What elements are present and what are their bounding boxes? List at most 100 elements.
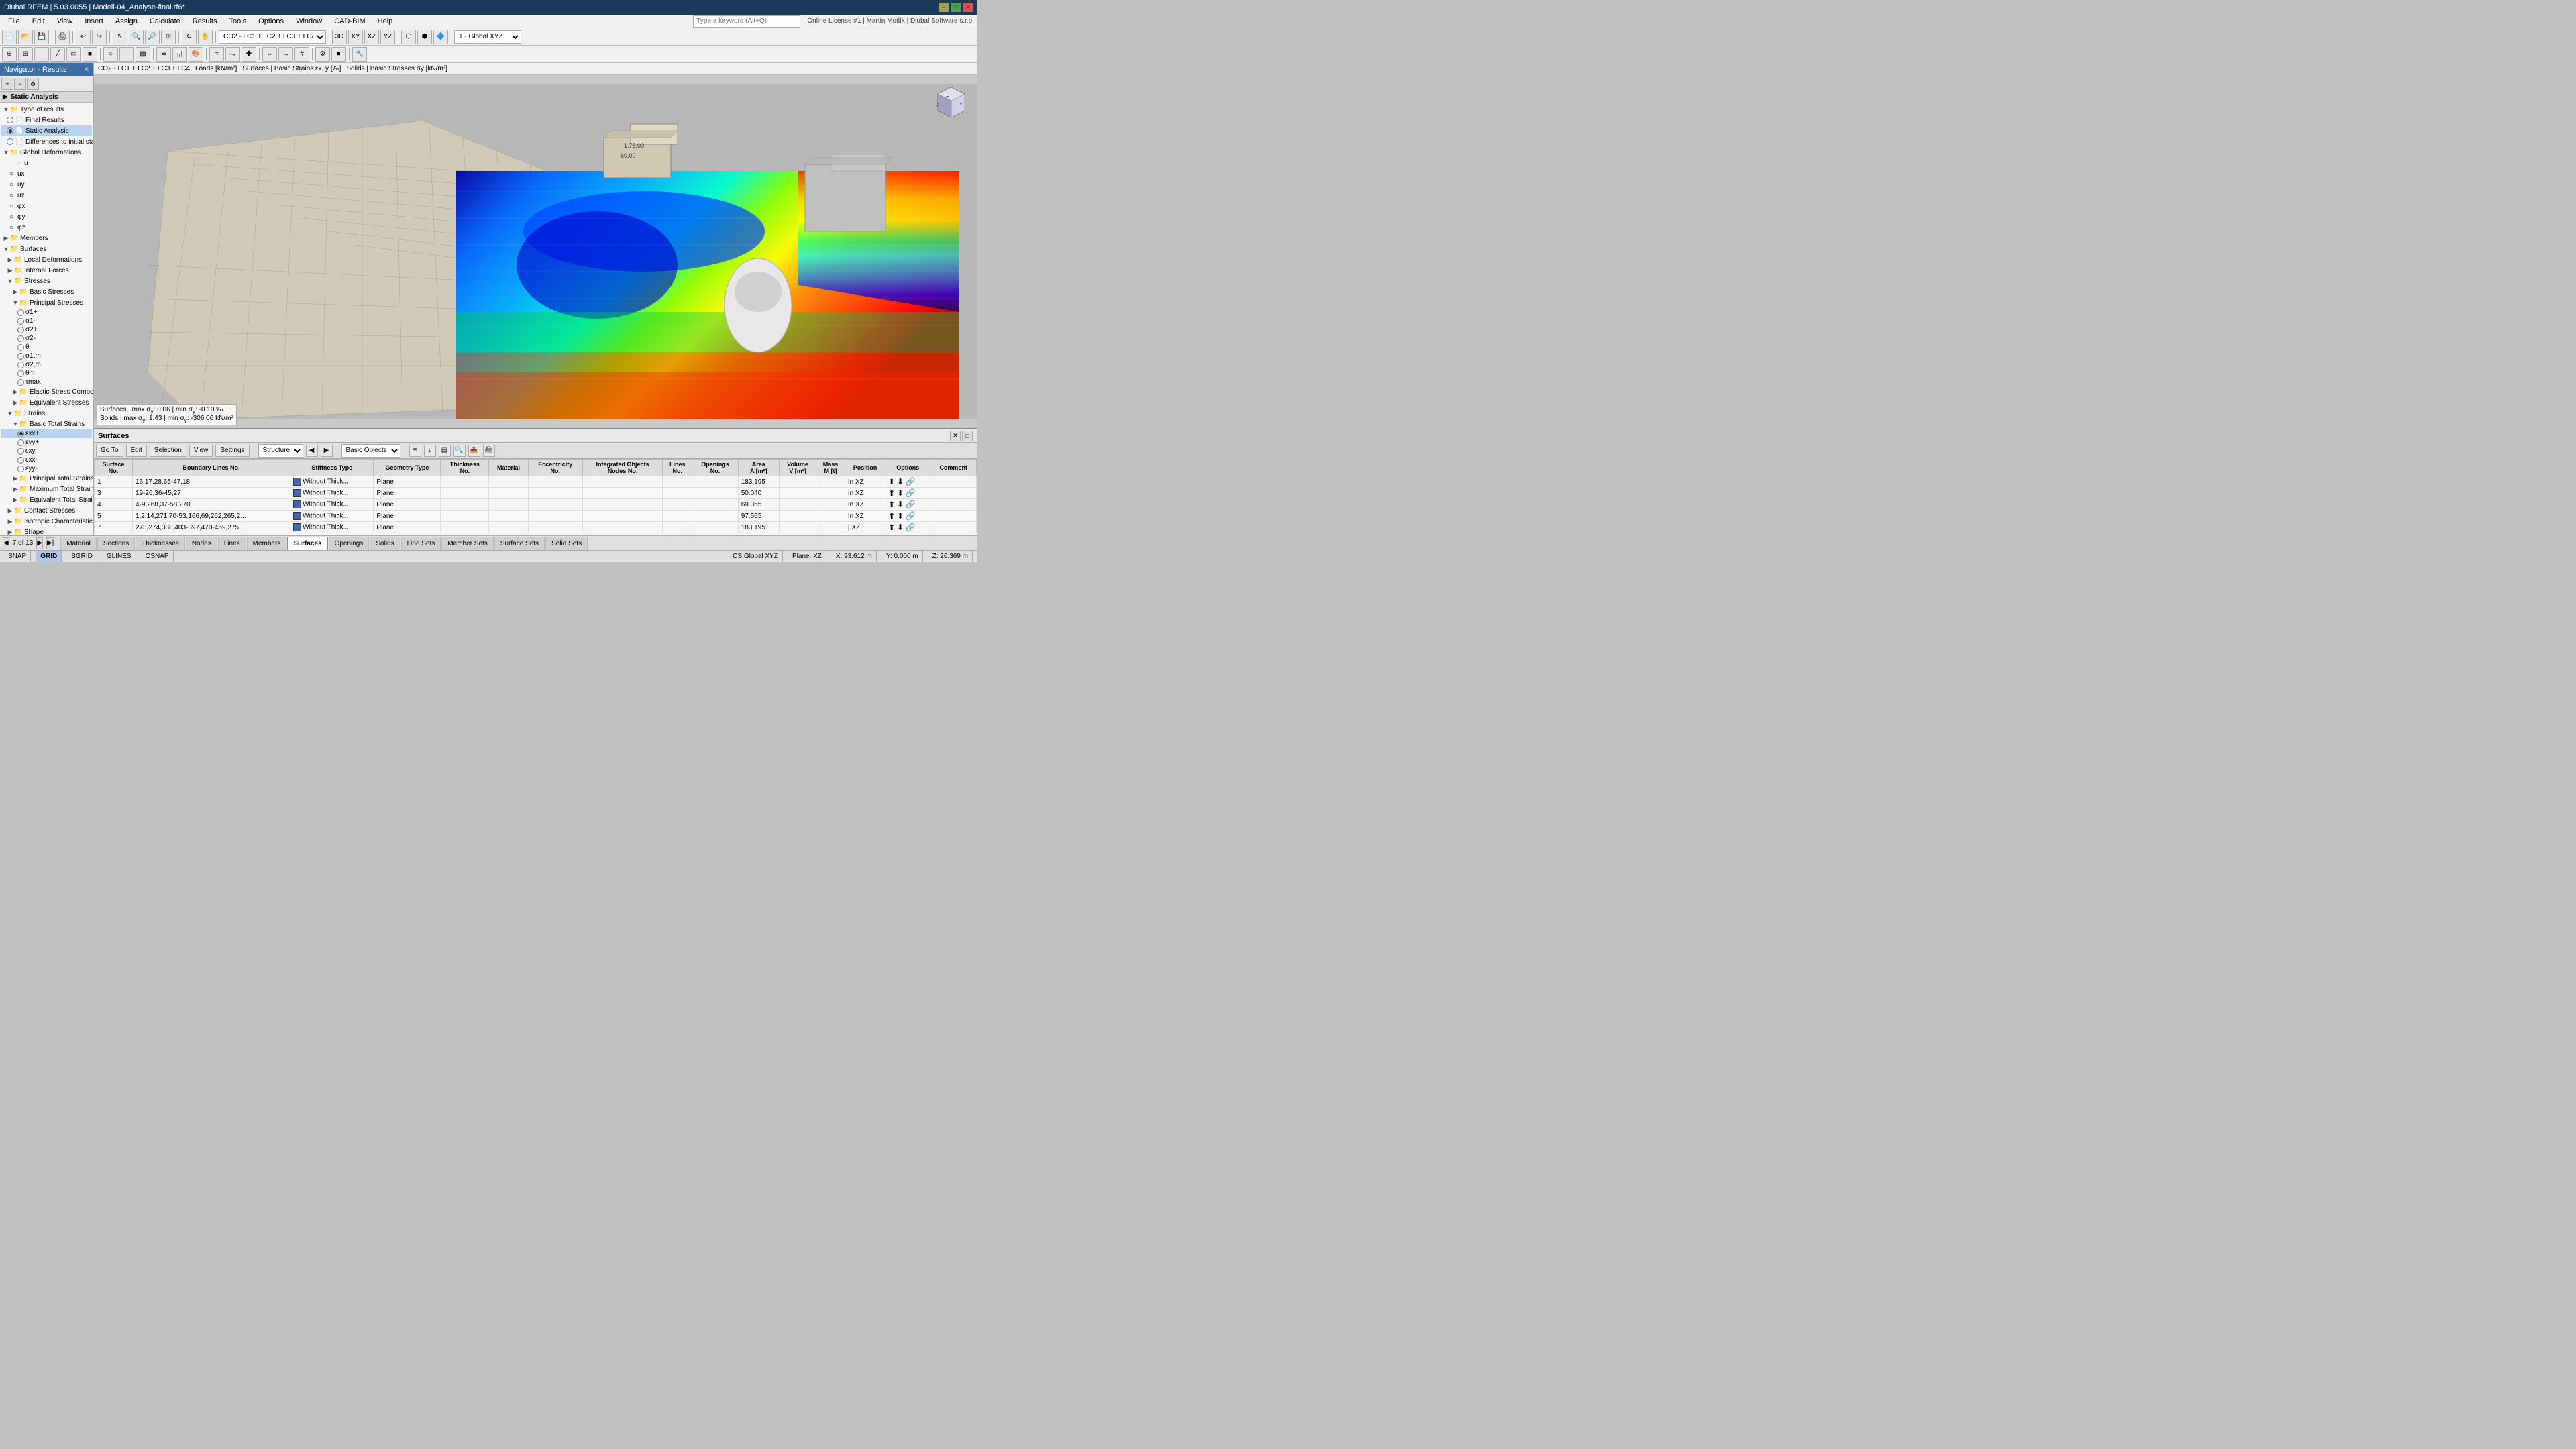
- view-xy-btn[interactable]: XY: [348, 30, 363, 44]
- pan-btn[interactable]: ✋: [198, 30, 213, 44]
- contour-btn[interactable]: ≈: [209, 47, 224, 62]
- viewport[interactable]: 1.75.00 60.00 Z X Y Surfaces | max σy: 0…: [94, 75, 977, 428]
- menu-view[interactable]: View: [52, 16, 78, 27]
- color-btn[interactable]: 🎨: [189, 47, 203, 62]
- tree-elastic-stress-comp[interactable]: ▶ 📁 Elastic Stress Components: [1, 386, 92, 397]
- tree-uz[interactable]: ○ uz: [1, 190, 92, 201]
- menu-help[interactable]: Help: [372, 16, 398, 27]
- menu-results[interactable]: Results: [187, 16, 223, 27]
- values-btn[interactable]: #: [294, 47, 309, 62]
- status-snap[interactable]: SNAP: [4, 551, 31, 562]
- view-xz-btn[interactable]: XZ: [364, 30, 379, 44]
- tree-type-results[interactable]: ▼ 📁 Type of results: [1, 104, 92, 115]
- tree-static-analysis[interactable]: 📄 Static Analysis: [1, 125, 92, 136]
- menu-assign[interactable]: Assign: [110, 16, 143, 27]
- tree-phiy[interactable]: ○ φy: [1, 211, 92, 222]
- wire-btn[interactable]: ⬡: [401, 30, 416, 44]
- tree-phiz[interactable]: ○ φz: [1, 222, 92, 233]
- member-btn[interactable]: —: [119, 47, 134, 62]
- zoom-out-btn[interactable]: 🔎: [145, 30, 160, 44]
- menu-cad-bim[interactable]: CAD-BIM: [329, 16, 370, 27]
- loadcase-dropdown[interactable]: CO2 - LC1 + LC2 + LC3 + LC4: [219, 30, 326, 44]
- tree-diff-initial[interactable]: 📄 Differences to initial state: [1, 136, 92, 147]
- selection-btn[interactable]: Selection: [150, 445, 186, 457]
- undo-btn[interactable]: ↩: [76, 30, 91, 44]
- search-tbl-btn[interactable]: 🔍: [453, 445, 466, 457]
- nav-settings-btn[interactable]: ⚙: [27, 78, 39, 90]
- tab-sections[interactable]: Sections: [97, 537, 135, 550]
- tree-strains[interactable]: ▼ 📁 Strains: [1, 408, 92, 419]
- next-btn[interactable]: ▶: [321, 445, 333, 457]
- view-btn[interactable]: View: [189, 445, 213, 457]
- tree-sigma1m[interactable]: σ1-: [1, 317, 92, 325]
- tree-exy[interactable]: εxy: [1, 447, 92, 455]
- basic-objects-combo[interactable]: Basic Objects: [341, 444, 400, 458]
- tree-max-total[interactable]: ▶ 📁 Maximum Total Strains: [1, 484, 92, 494]
- tree-internal-forces[interactable]: ▶ 📁 Internal Forces: [1, 265, 92, 276]
- grid-btn[interactable]: ⊞: [18, 47, 33, 62]
- tab-solid-sets[interactable]: Solid Sets: [545, 537, 588, 550]
- tree-principal-stresses[interactable]: ▼ 📁 Principal Stresses: [1, 297, 92, 308]
- scale-btn[interactable]: ⇔: [262, 47, 277, 62]
- menu-tools[interactable]: Tools: [223, 16, 252, 27]
- tree-contact-stresses[interactable]: ▶ 📁 Contact Stresses: [1, 505, 92, 516]
- stop-btn[interactable]: ⏹: [331, 47, 346, 62]
- tree-thetam[interactable]: θm: [1, 369, 92, 378]
- tree-stresses[interactable]: ▼ 📁 Stresses: [1, 276, 92, 286]
- tab-line-sets[interactable]: Line Sets: [401, 537, 441, 550]
- select-btn[interactable]: ↖: [113, 30, 127, 44]
- tab-material[interactable]: Material: [60, 537, 97, 550]
- prev-page-btn[interactable]: ◀: [3, 537, 9, 549]
- tree-members[interactable]: ▶ 📁 Members: [1, 233, 92, 244]
- redo-btn[interactable]: ↪: [92, 30, 107, 44]
- status-bgrid[interactable]: BGRID: [67, 551, 97, 562]
- view-yz-btn[interactable]: YZ: [380, 30, 395, 44]
- table-row[interactable]: 3 19-26,36-45,27 Without Thick... Plane …: [95, 488, 977, 499]
- tree-basic-stresses[interactable]: ▶ 📁 Basic Stresses: [1, 286, 92, 297]
- tab-nodes[interactable]: Nodes: [186, 537, 217, 550]
- table-row[interactable]: 5 1,2,14,271,70-53,166,69,262,265,2... W…: [95, 511, 977, 522]
- next-page-btn[interactable]: ▶: [36, 537, 43, 549]
- plate-btn[interactable]: ▤: [136, 47, 150, 62]
- filter-btn[interactable]: ≡: [409, 445, 421, 457]
- tree-phix[interactable]: ○ φx: [1, 201, 92, 211]
- prev-btn[interactable]: ◀: [306, 445, 318, 457]
- tree-basic-total[interactable]: ▼ 📁 Basic Total Strains: [1, 419, 92, 429]
- tree-uy[interactable]: ○ uy: [1, 179, 92, 190]
- status-osnap[interactable]: OSNAP: [142, 551, 174, 562]
- point-btn[interactable]: ·: [34, 47, 49, 62]
- cross-section-btn[interactable]: ✚: [241, 47, 256, 62]
- last-page-btn[interactable]: ▶|: [46, 537, 54, 549]
- tree-sigma1m2[interactable]: σ1,m: [1, 352, 92, 360]
- minimize-button[interactable]: −: [939, 3, 949, 12]
- tab-solids[interactable]: Solids: [370, 537, 400, 550]
- close-button[interactable]: ✕: [963, 3, 973, 12]
- open-btn[interactable]: 📂: [18, 30, 33, 44]
- tree-equiv-total[interactable]: ▶ 📁 Equivalent Total Strains: [1, 494, 92, 505]
- surface-btn[interactable]: ▭: [66, 47, 81, 62]
- structure-combo[interactable]: Structure: [258, 444, 303, 458]
- tree-u[interactable]: ○ u: [1, 158, 92, 168]
- tree-theta[interactable]: θ: [1, 343, 92, 352]
- maximize-button[interactable]: □: [951, 3, 961, 12]
- view3d-btn[interactable]: 3D: [332, 30, 347, 44]
- menu-file[interactable]: File: [3, 16, 25, 27]
- tree-ux[interactable]: ○ ux: [1, 168, 92, 179]
- search-input[interactable]: [693, 15, 800, 28]
- table-row[interactable]: 1 16,17,28,65-47,18 Without Thick... Pla…: [95, 476, 977, 488]
- table-expand-btn[interactable]: □: [962, 431, 973, 441]
- tree-isotropic[interactable]: ▶ 📁 Isotropic Characteristics: [1, 516, 92, 527]
- tab-openings[interactable]: Openings: [329, 537, 370, 550]
- snap-btn[interactable]: ⊕: [2, 47, 17, 62]
- solid-obj-btn[interactable]: ■: [83, 47, 97, 62]
- tree-exxm[interactable]: εxx-: [1, 455, 92, 464]
- zoom-all-btn[interactable]: ⊞: [161, 30, 176, 44]
- tree-sigma2p[interactable]: σ2+: [1, 325, 92, 334]
- tree-surfaces[interactable]: ▼ 📁 Surfaces: [1, 244, 92, 254]
- arrow-btn[interactable]: →: [278, 47, 293, 62]
- tab-thicknesses[interactable]: Thicknesses: [136, 537, 185, 550]
- line-btn[interactable]: ╱: [50, 47, 65, 62]
- tab-member-sets[interactable]: Member Sets: [441, 537, 493, 550]
- table-row[interactable]: 4 4-9,268,37-58,270 Without Thick... Pla…: [95, 499, 977, 511]
- column-btn[interactable]: ▤: [439, 445, 451, 457]
